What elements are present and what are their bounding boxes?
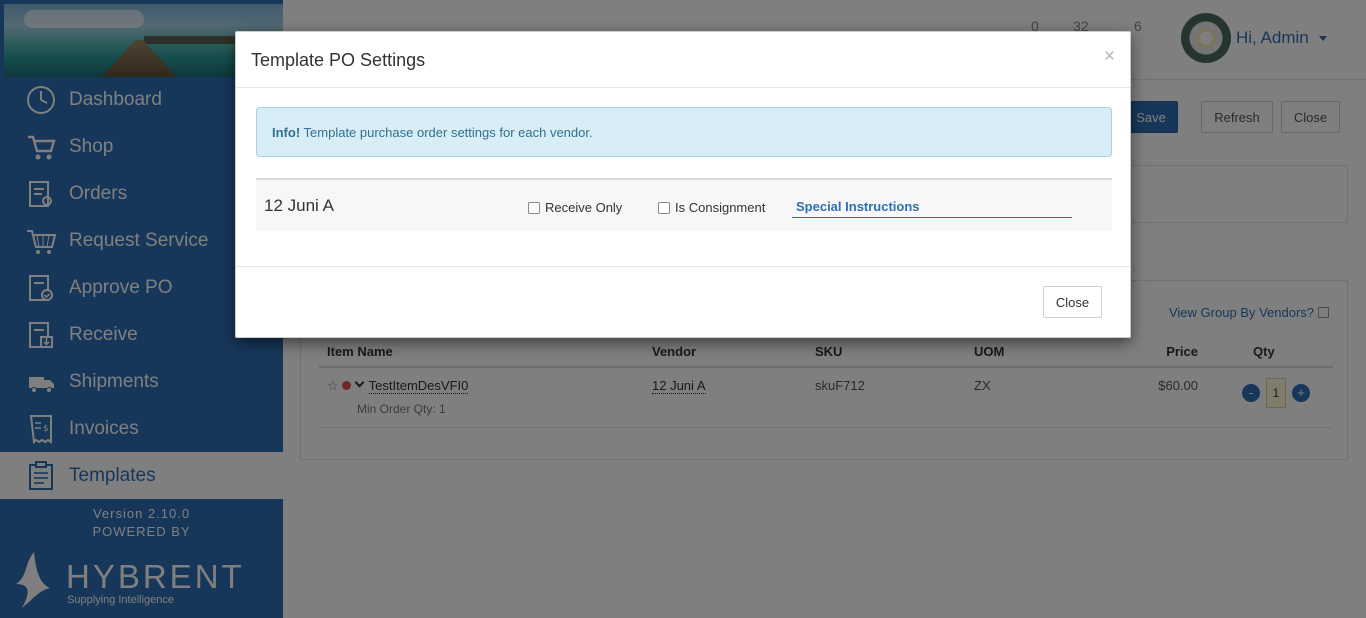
modal-title: Template PO Settings [251, 50, 426, 70]
alert-text: Template purchase order settings for eac… [300, 125, 593, 140]
consignment-label: Is Consignment [675, 200, 766, 215]
modal-footer: Close [236, 267, 1130, 337]
modal-close-button[interactable]: Close [1043, 286, 1102, 318]
receive-only-label: Receive Only [545, 200, 623, 215]
modal-body: Info! Template purchase order settings f… [236, 88, 1130, 267]
template-po-settings-modal: Template PO Settings × Info! Template pu… [235, 31, 1131, 338]
receive-only-option[interactable]: Receive Only [528, 200, 622, 215]
vendor-settings-row: 12 Juni A Receive Only Is Consignment Sp… [256, 178, 1112, 231]
consignment-checkbox[interactable] [658, 201, 670, 214]
receive-only-checkbox[interactable] [528, 201, 540, 214]
consignment-option[interactable]: Is Consignment [658, 200, 765, 215]
alert-strong: Info! [272, 125, 301, 140]
special-instructions-field[interactable]: Special Instructions [792, 196, 1072, 218]
modal-header: Template PO Settings × [236, 32, 1130, 88]
vendor-name: 12 Juni A [264, 196, 334, 215]
info-alert: Info! Template purchase order settings f… [256, 107, 1112, 157]
close-icon[interactable]: × [1104, 46, 1115, 68]
